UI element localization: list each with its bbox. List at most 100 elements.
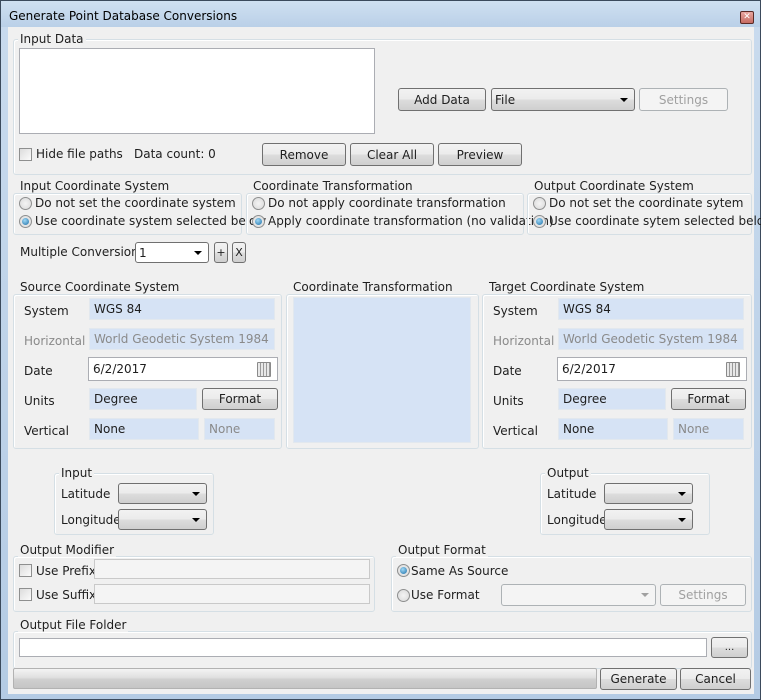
close-button[interactable]: ✕ [740, 11, 754, 24]
input-cs-radio-none[interactable] [19, 197, 32, 210]
chevron-down-icon [678, 491, 686, 496]
browse-folder-button[interactable]: ... [711, 637, 748, 658]
calendar-icon[interactable] [257, 362, 271, 377]
input-cs-label: Input Coordinate System [18, 179, 172, 193]
dialog-window: Generate Point Database Conversions ✕ In… [0, 0, 761, 700]
source-vertical-secondary-value: None [209, 422, 241, 436]
output-settings-button[interactable]: Settings [660, 584, 746, 606]
output-modifier-label: Output Modifier [18, 543, 117, 557]
target-date-label: Date [493, 364, 522, 378]
output-folder-input[interactable] [19, 638, 707, 657]
input-latitude-dropdown[interactable] [118, 483, 207, 504]
source-vertical-label: Vertical [24, 424, 69, 438]
same-as-source-radio[interactable] [397, 564, 410, 577]
add-data-button[interactable]: Add Data [398, 88, 486, 111]
title-bar[interactable]: Generate Point Database Conversions ✕ [1, 1, 760, 27]
target-vertical-label: Vertical [493, 424, 538, 438]
target-units-field[interactable]: Degree [558, 388, 666, 410]
target-vertical-secondary-field: None [673, 418, 744, 440]
output-cs-radio-none[interactable] [533, 197, 546, 210]
input-settings-button[interactable]: Settings [639, 88, 728, 111]
chevron-down-icon [192, 491, 200, 496]
source-system-field[interactable]: WGS 84 [89, 298, 275, 320]
window-title: Generate Point Database Conversions [9, 9, 238, 23]
cancel-button[interactable]: Cancel [680, 668, 751, 690]
clear-all-button[interactable]: Clear All [350, 143, 434, 166]
input-latitude-label: Latitude [61, 487, 111, 501]
input-cs-option-none: Do not set the coordinate system [35, 196, 236, 210]
output-latitude-label: Latitude [547, 487, 597, 501]
data-count: Data count: 0 [134, 147, 216, 161]
format-dropdown[interactable] [501, 584, 656, 606]
target-date-value: 6/2/2017 [562, 362, 616, 376]
hide-file-paths-label: Hide file paths [36, 147, 123, 161]
calendar-icon[interactable] [726, 362, 740, 377]
multiple-conversion-value: 1 [139, 245, 147, 260]
target-horizontal-label: Horizontal [493, 334, 555, 348]
output-folder-label: Output File Folder [18, 618, 129, 632]
input-file-list[interactable] [19, 48, 375, 134]
input-cs-option-use: Use coordinate system selected below [35, 214, 267, 228]
source-horizontal-field: World Geodetic System 1984 [89, 328, 275, 350]
progress-bar [13, 668, 597, 689]
source-type-value: File [495, 92, 516, 107]
remove-button[interactable]: Remove [262, 143, 346, 166]
transform-list[interactable] [293, 297, 471, 443]
target-units-value: Degree [563, 392, 607, 406]
target-vertical-value: None [563, 422, 595, 436]
generate-button[interactable]: Generate [600, 668, 677, 690]
browse-folder-label: ... [724, 642, 735, 653]
source-units-field[interactable]: Degree [89, 388, 197, 410]
multiple-conversion-dropdown[interactable]: 1 [135, 242, 209, 263]
input-settings-label: Settings [658, 92, 709, 107]
transform-option-none: Do not apply coordinate transformation [268, 196, 506, 210]
chevron-down-icon [678, 517, 686, 522]
suffix-input[interactable] [94, 584, 370, 604]
output-cs-radio-use[interactable] [533, 215, 546, 228]
source-date-value: 6/2/2017 [93, 362, 147, 376]
input-longitude-dropdown[interactable] [118, 509, 207, 530]
source-date-label: Date [24, 364, 53, 378]
transform-radio-apply[interactable] [252, 215, 265, 228]
add-conversion-label: + [216, 246, 226, 259]
source-date-picker[interactable]: 6/2/2017 [88, 357, 278, 381]
use-suffix-label: Use Suffix [36, 588, 97, 602]
close-icon: ✕ [743, 12, 751, 22]
source-vertical-value: None [94, 422, 126, 436]
remove-conversion-button[interactable]: X [232, 242, 246, 263]
input-cs-radio-use[interactable] [19, 215, 32, 228]
multiple-conversion-label: Multiple Conversion [20, 245, 139, 259]
hide-file-paths-checkbox[interactable] [19, 148, 32, 161]
transform-radio-none[interactable] [252, 197, 265, 210]
use-format-radio[interactable] [397, 589, 410, 602]
output-longitude-dropdown[interactable] [604, 509, 693, 530]
prefix-input[interactable] [94, 559, 370, 579]
input-data-label: Input Data [18, 32, 86, 46]
remove-conversion-label: X [235, 246, 243, 259]
transform-panel-label: Coordinate Transformation [291, 280, 455, 294]
source-units-value: Degree [94, 392, 138, 406]
source-format-button[interactable]: Format [202, 388, 278, 410]
chevron-down-icon [192, 517, 200, 522]
target-system-field[interactable]: WGS 84 [558, 298, 744, 320]
target-vertical-field[interactable]: None [558, 418, 668, 440]
use-format-label: Use Format [411, 588, 480, 602]
source-system-value: WGS 84 [94, 302, 142, 316]
output-cs-option-none: Do not set the coordinate sytem [549, 196, 744, 210]
dialog-body: Input Data Add Data File Settings Hide f… [8, 27, 761, 694]
target-horizontal-value: World Geodetic System 1984 [563, 332, 738, 346]
use-suffix-checkbox[interactable] [19, 588, 32, 601]
target-date-picker[interactable]: 6/2/2017 [557, 357, 747, 381]
add-conversion-button[interactable]: + [214, 242, 228, 263]
target-system-value: WGS 84 [563, 302, 611, 316]
add-data-label: Add Data [414, 92, 470, 107]
target-format-button[interactable]: Format [671, 388, 746, 410]
source-vertical-field[interactable]: None [89, 418, 199, 440]
preview-button[interactable]: Preview [438, 143, 522, 166]
output-latitude-dropdown[interactable] [604, 483, 693, 504]
target-format-label: Format [687, 392, 730, 406]
source-type-dropdown[interactable]: File [491, 88, 635, 111]
source-cs-label: Source Coordinate System [18, 280, 182, 294]
output-format-label: Output Format [396, 543, 488, 557]
use-prefix-checkbox[interactable] [19, 564, 32, 577]
